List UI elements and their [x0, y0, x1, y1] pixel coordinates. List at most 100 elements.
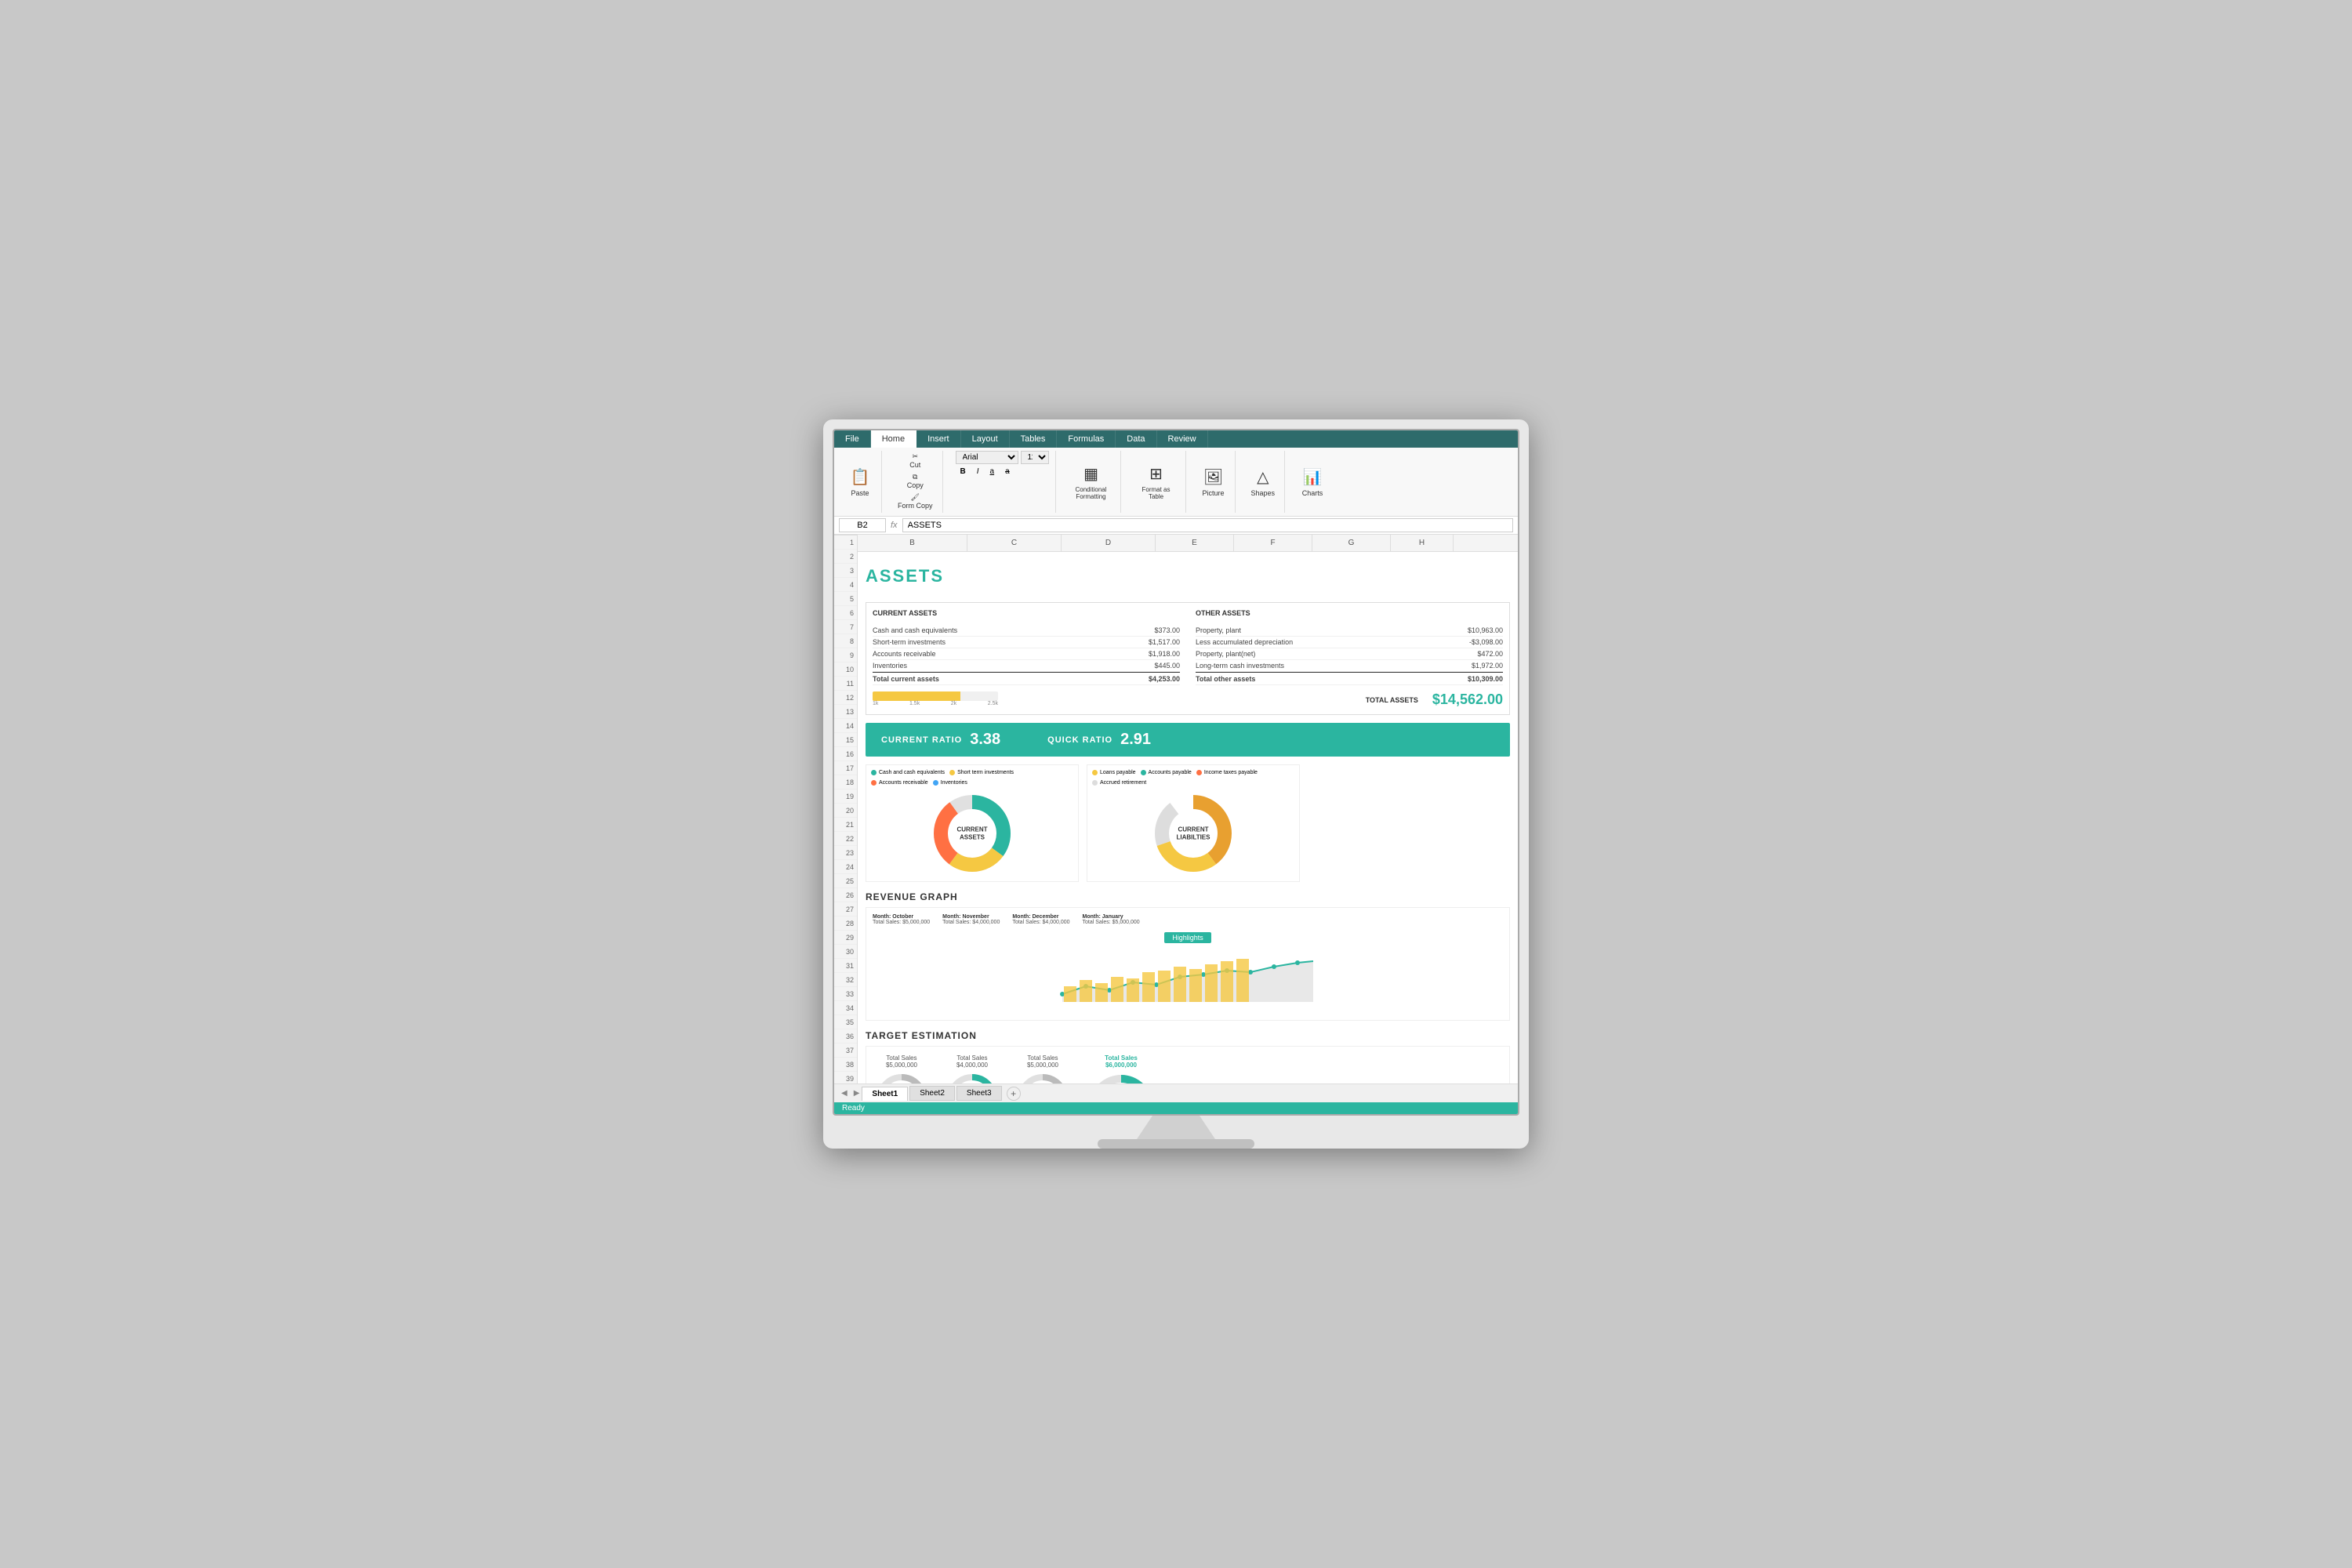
underline-button[interactable]: a	[985, 466, 1000, 477]
copy-button[interactable]: ⧉ Copy	[904, 471, 927, 491]
monitor: File Home Insert Layout Tables Formulas …	[823, 419, 1529, 1149]
row-37: 37	[834, 1044, 857, 1058]
current-liabilities-chart: Loans payable Accounts payable Income ta…	[1087, 764, 1300, 882]
progress-bar	[873, 691, 998, 701]
format-table-button[interactable]: ⊞ Format as Table	[1134, 461, 1179, 502]
format-copy-icon: 🖌	[911, 493, 920, 502]
tab-layout[interactable]: Layout	[961, 430, 1010, 448]
row-38: 38	[834, 1058, 857, 1072]
font-family-select[interactable]: Arial	[956, 451, 1018, 464]
other-assets-header: OTHER ASSETS	[1196, 609, 1503, 617]
col-header-b[interactable]: B	[858, 535, 967, 551]
ribbon-group-format-table: ⊞ Format as Table	[1127, 451, 1186, 513]
other-row-1: Property, plant $10,963.00	[1196, 625, 1503, 637]
row-36: 36	[834, 1029, 857, 1044]
current-row-4-inventories: Inventories $445.00	[873, 660, 1180, 672]
tab-formulas[interactable]: Formulas	[1057, 430, 1116, 448]
paste-button[interactable]: 📋 Paste	[845, 464, 875, 499]
col-header-c[interactable]: C	[967, 535, 1062, 551]
america-donut	[874, 1072, 929, 1083]
current-row-2: Short-term investments $1,517.00	[873, 637, 1180, 648]
legend-dot-incometax	[1196, 770, 1202, 775]
cut-button[interactable]: ✂ Cut	[906, 451, 924, 470]
progress-bar-section: 1k 1.5k 2k 2.5k	[873, 691, 1180, 708]
tab-file[interactable]: File	[834, 430, 871, 448]
row-9: 9	[834, 648, 857, 662]
sheet-tab-1[interactable]: Sheet1	[862, 1087, 908, 1101]
sheet-tabs: ◀ ▶ Sheet1 Sheet2 Sheet3 +	[834, 1083, 1518, 1102]
revenue-section: REVENUE GRAPH Month: October Total Sales…	[866, 891, 1510, 1021]
cell-reference-input[interactable]	[839, 518, 886, 532]
ribbon-tabs: File Home Insert Layout Tables Formulas …	[834, 430, 1518, 448]
row-34: 34	[834, 1001, 857, 1015]
current-row-3: Accounts receivable $1,918.00	[873, 648, 1180, 660]
ribbon-body: 📋 Paste ✂ Cut ⧉ Copy �	[834, 448, 1518, 517]
row-26: 26	[834, 888, 857, 902]
row-11: 11	[834, 677, 857, 691]
shapes-button[interactable]: △ Shapes	[1248, 464, 1279, 499]
row-39: 39	[834, 1072, 857, 1083]
row-31: 31	[834, 959, 857, 973]
other-row-4: Long-term cash investments $1,972.00	[1196, 660, 1503, 672]
target-africa: Total Sales $4,000,000	[945, 1054, 1000, 1083]
current-row-total: Total current assets $4,253.00	[873, 672, 1180, 685]
strikethrough-button[interactable]: a	[1000, 466, 1014, 477]
spreadsheet-area: 1 2 3 4 5 6 7 8 9 10 11 12 13 14 15 16 1…	[834, 535, 1518, 1083]
row-12: 12	[834, 691, 857, 705]
format-copy-button[interactable]: 🖌 Form Copy	[895, 492, 936, 511]
bold-button[interactable]: B	[956, 466, 971, 477]
nav-right-icon[interactable]: ▶	[851, 1089, 862, 1098]
nav-left-icon[interactable]: ◀	[839, 1089, 850, 1098]
monitor-base	[1098, 1139, 1254, 1149]
picture-icon: 🖼	[1202, 466, 1225, 489]
highlights-badge: Highlights	[1164, 932, 1211, 943]
row-27: 27	[834, 902, 857, 916]
col-header-g[interactable]: G	[1312, 535, 1391, 551]
row-3: 3	[834, 564, 857, 578]
row-13: 13	[834, 705, 857, 719]
italic-button[interactable]: I	[972, 466, 984, 477]
tab-tables[interactable]: Tables	[1010, 430, 1058, 448]
legend-dot-cash	[871, 770, 877, 775]
tab-home[interactable]: Home	[871, 430, 916, 448]
col-header-h[interactable]: H	[1391, 535, 1454, 551]
sheet-tab-3[interactable]: Sheet3	[956, 1086, 1002, 1101]
picture-button[interactable]: 🖼 Picture	[1199, 464, 1229, 499]
add-sheet-button[interactable]: +	[1007, 1087, 1021, 1101]
font-size-select[interactable]: 11	[1021, 451, 1049, 464]
monitor-screen: File Home Insert Layout Tables Formulas …	[833, 429, 1519, 1116]
ratio-section: CURRENT RATIO 3.38 QUICK RATIO 2.91	[866, 723, 1510, 757]
sheet-tab-2[interactable]: Sheet2	[909, 1086, 955, 1101]
col-header-e[interactable]: E	[1156, 535, 1234, 551]
row-6: 6	[834, 606, 857, 620]
asia-donut	[1015, 1072, 1070, 1083]
conditional-formatting-button[interactable]: ▦ Conditional Formatting	[1069, 461, 1114, 502]
format-table-icon: ⊞	[1145, 463, 1168, 486]
row-18: 18	[834, 775, 857, 789]
current-liabilities-legend: Loans payable Accounts payable Income ta…	[1092, 770, 1294, 786]
tab-review[interactable]: Review	[1157, 430, 1208, 448]
tab-data[interactable]: Data	[1116, 430, 1156, 448]
assets-title: ASSETS	[866, 566, 944, 586]
current-assets-donut-label: CURRENTASSETS	[956, 826, 987, 840]
dashboard-content: ASSETS CURRENT ASSETS OTHER ASSETS	[858, 552, 1518, 1083]
ribbon-group-shapes: △ Shapes	[1242, 451, 1286, 513]
ribbon-group-charts: 📊 Charts	[1291, 451, 1334, 513]
sheet-content[interactable]: B C D E F G H ASSETS	[858, 535, 1518, 1083]
row-19: 19	[834, 789, 857, 804]
col-header-d[interactable]: D	[1062, 535, 1156, 551]
tab-insert[interactable]: Insert	[916, 430, 961, 448]
target-chart-box: Total Sales $5,000,000	[866, 1046, 1510, 1083]
current-assets-chart: Cash and cash equivalents Short term inv…	[866, 764, 1079, 882]
row-1: 1	[834, 535, 857, 550]
col-header-f[interactable]: F	[1234, 535, 1312, 551]
row-16: 16	[834, 747, 857, 761]
total-assets-value: $14,562.00	[1432, 691, 1503, 708]
cut-icon: ✂	[912, 452, 918, 461]
charts-button[interactable]: 📊 Charts	[1298, 464, 1327, 499]
formula-input[interactable]	[902, 518, 1513, 532]
target-europe: Total Sales $6,000,000	[1086, 1054, 1156, 1083]
row-32: 32	[834, 973, 857, 987]
row-numbers: 1 2 3 4 5 6 7 8 9 10 11 12 13 14 15 16 1…	[834, 535, 858, 1083]
legend-dot-loans	[1092, 770, 1098, 775]
